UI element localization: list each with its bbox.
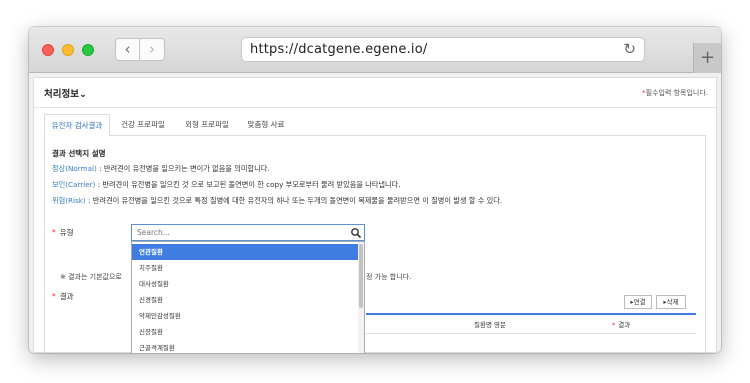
required-note-text: 필수입력 항목입니다. (645, 89, 708, 97)
minimize-window-button[interactable] (62, 44, 74, 56)
type-field-label: * 유형 (52, 227, 74, 238)
link-button[interactable]: ▸연결 (624, 295, 652, 309)
dropdown-option[interactable]: 악제민감성질환 (132, 308, 358, 324)
required-star: * (52, 292, 56, 301)
divider (34, 107, 716, 108)
address-bar[interactable]: https://dcatgene.egene.io/ ↻ (241, 37, 645, 62)
tab-custom-feed[interactable]: 맞춤형 사료 (238, 114, 294, 136)
dropdown-option[interactable]: 대사성질환 (132, 276, 358, 292)
tab-appearance-profile[interactable]: 외형 프로파일 (176, 114, 238, 136)
section-title-text: 처리정보 (44, 89, 79, 100)
description-text: : 반려견이 유전병을 일으킨 것 으로 보고된 돌연변이 한 copy 부모로… (95, 180, 401, 189)
dropdown-option[interactable]: 신장질환 (132, 324, 358, 340)
chevron-left-icon: ‹ (124, 40, 131, 58)
delete-button[interactable]: ▸삭제 (656, 295, 686, 309)
processing-info-panel: 처리정보⌄ *필수입력 항목입니다. 유전자 검사결과 건강 프로파일 외형 프… (33, 77, 717, 353)
description-line-carrier: 보인(Carrier) : 반려견이 유전병을 일으킨 것 으로 보고된 돌연변… (52, 180, 401, 190)
result-label-text: 결과 (59, 292, 74, 301)
column-result-text: 결과 (618, 321, 631, 329)
result-note-tail: 정 가능 합니다. (366, 273, 412, 281)
dropdown-option[interactable]: 신경질환 (132, 292, 358, 308)
result-field-label: * 결과 (52, 291, 74, 302)
browser-titlebar: ‹ › https://dcatgene.egene.io/ ↻ + (29, 27, 721, 73)
dropdown-scrollbar[interactable] (358, 242, 364, 353)
browser-window: ‹ › https://dcatgene.egene.io/ ↻ + 처리정보⌄… (29, 27, 721, 353)
required-star: * (52, 228, 56, 237)
result-note: ※ 결과는 기본값으로 (60, 273, 122, 281)
new-tab-button[interactable]: + (693, 43, 721, 73)
dropdown-scrollbar-thumb[interactable] (359, 244, 363, 308)
plus-icon: + (699, 47, 716, 68)
forward-button[interactable]: › (140, 38, 165, 61)
description-line-risk: 위험(Risk) : 반려견이 유전병을 일으킨 것으로 특정 질병에 대한 유… (52, 196, 502, 206)
section-title[interactable]: 처리정보⌄ (44, 86, 87, 100)
dropdown-option[interactable]: 근골격계질환 (132, 340, 358, 353)
column-disease-name-en: 질환명 영문 (474, 321, 506, 329)
dropdown-option[interactable]: 연관질환 (132, 244, 358, 260)
close-window-button[interactable] (42, 44, 54, 56)
tab-genetic-results[interactable]: 유전자 검사결과 (44, 114, 110, 136)
reload-icon[interactable]: ↻ (623, 40, 636, 58)
table-header-rule (366, 313, 696, 315)
type-dropdown-list: 연관질환 치주질환 대사성질환 신경질환 악제민감성질환 신장질환 근골격계질환 (131, 241, 365, 353)
type-label-text: 유형 (59, 228, 74, 237)
term-normal: 정상(Normal) (52, 164, 97, 173)
zoom-window-button[interactable] (82, 44, 94, 56)
type-search-box (131, 224, 365, 241)
description-title: 결과 선택지 설명 (52, 149, 106, 158)
tab-bar: 유전자 검사결과 건강 프로파일 외형 프로파일 맞춤형 사료 (44, 114, 706, 136)
description-line-normal: 정상(Normal) : 반려견이 유전병을 일으키는 변이가 없음을 의미합니… (52, 164, 270, 174)
url-text: https://dcatgene.egene.io/ (250, 42, 428, 57)
required-note: *필수입력 항목입니다. (642, 88, 708, 98)
description-text: : 반려견이 유전병을 일으키는 변이가 없음을 의미합니다. (96, 164, 270, 173)
tab-health-profile[interactable]: 건강 프로파일 (110, 114, 176, 136)
term-carrier: 보인(Carrier) (52, 180, 96, 189)
search-icon[interactable] (350, 227, 362, 239)
page-content: 처리정보⌄ *필수입력 항목입니다. 유전자 검사결과 건강 프로파일 외형 프… (29, 73, 721, 353)
back-button[interactable]: ‹ (115, 38, 140, 61)
column-result: * 결과 (612, 319, 630, 329)
dropdown-option[interactable]: 치주질환 (132, 260, 358, 276)
term-risk: 위험(Risk) (52, 196, 86, 205)
description-text: : 반려견이 유전병을 일으킨 것으로 특정 질병에 대한 유전자의 하나 또는… (85, 196, 503, 205)
type-search-input[interactable] (132, 225, 346, 240)
chevron-right-icon: › (149, 40, 155, 58)
required-star: * (612, 321, 616, 329)
chevron-down-icon: ⌄ (78, 89, 87, 100)
table-row-line (366, 333, 696, 334)
